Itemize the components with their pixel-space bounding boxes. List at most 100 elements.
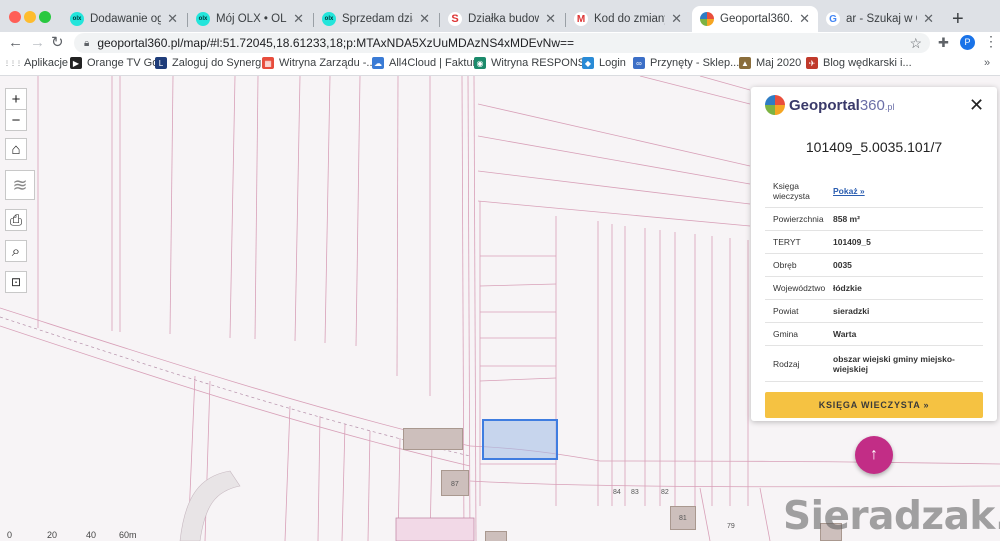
extensions-puzzle-icon[interactable]: ✚ — [938, 35, 949, 51]
reload-icon[interactable]: ↻ — [51, 34, 64, 52]
attribute-key: TERYT — [773, 237, 801, 247]
menu-kebab-icon[interactable]: ⋮ — [984, 33, 998, 50]
minimize-window-button[interactable] — [24, 11, 36, 23]
browser-toolbar: ← → ↻ 🔒︎ geoportal360.pl/map/#l:51.72045… — [0, 32, 1000, 54]
bookmark-label: Login — [599, 57, 626, 69]
tab-title: Dodawanie ogłoszeń — [90, 13, 162, 25]
bookmark-star-icon[interactable]: ☆ — [909, 35, 922, 52]
bookmark-label: Zaloguj do Synerg... — [172, 57, 271, 69]
bookmark-item[interactable]: ⋮⋮⋮ Aplikacje — [4, 57, 69, 69]
attribute-row: Powiat sieradzki — [765, 300, 983, 323]
photo-icon: ▲ — [739, 57, 751, 69]
tab-close-icon[interactable]: ✕ — [799, 11, 810, 27]
layers-icon[interactable]: ≋ — [5, 170, 35, 200]
tab-close-icon[interactable]: ✕ — [419, 11, 430, 27]
attribute-key: Powierzchnia — [773, 214, 824, 224]
back-arrow-icon[interactable]: ← — [8, 34, 23, 52]
google-icon: G — [826, 12, 840, 26]
zoom-in-button[interactable]: + — [5, 88, 27, 110]
geoportal-logo-icon — [765, 95, 785, 115]
search-icon[interactable]: ⌕ — [5, 240, 27, 262]
forward-arrow-icon[interactable]: → — [30, 34, 45, 52]
tab-title: ar - Szukaj w Googl — [846, 13, 917, 25]
tab-title: Działka budowlana — [468, 13, 540, 25]
geoportal-icon — [700, 12, 714, 26]
address-url[interactable]: geoportal360.pl/map/#l:51.72045,18.61233… — [97, 36, 574, 50]
apps-grid-icon: ⋮⋮⋮ — [4, 60, 22, 67]
land-register-button[interactable]: KSIĘGA WIECZYSTA » — [765, 392, 983, 418]
bookmark-label: Aplikacje — [24, 57, 69, 69]
logo-number: 360 — [859, 96, 885, 114]
bookmark-item[interactable]: L Zaloguj do Synerg... — [155, 57, 270, 69]
maximize-window-button[interactable] — [39, 11, 51, 23]
attribute-key: Obręb — [773, 260, 797, 270]
link-icon: ∞ — [633, 57, 645, 69]
close-window-button[interactable] — [9, 11, 21, 23]
close-icon[interactable]: ✕ — [969, 96, 984, 114]
tab-strip: olx Dodawanie ogłoszeń ✕ olx Mój OLX • OLX.p… — [0, 0, 1000, 32]
print-icon[interactable]: ⎙ — [5, 209, 27, 231]
bookmark-label: Blog wędkarski i... — [823, 57, 912, 69]
cloud-icon: ☁ — [372, 57, 384, 69]
new-tab-button[interactable]: + — [952, 8, 964, 31]
bookmark-label: Witryna RESPONS... — [491, 57, 595, 69]
browser-tab[interactable]: M Kod do zmiany hasła ✕ — [566, 6, 690, 32]
tab-title: Mój OLX • OLX.pl — [216, 13, 287, 25]
bookmark-item[interactable]: ∞ Przynęty - Sklep... — [633, 57, 739, 69]
tab-close-icon[interactable]: ✕ — [545, 11, 556, 27]
attribute-key: Rodzaj — [773, 358, 800, 369]
tab-close-icon[interactable]: ✕ — [671, 11, 682, 27]
attribute-value: łódzkie — [833, 283, 862, 293]
watermark: Sieradzak.pl — [783, 494, 1000, 539]
tab-close-icon[interactable]: ✕ — [923, 11, 934, 27]
scale-label: 60m — [119, 530, 137, 540]
measure-icon[interactable]: ⊡ — [5, 271, 27, 293]
zoom-out-button[interactable]: − — [5, 109, 27, 131]
bookmark-item[interactable]: ☁ All4Cloud | Faktury — [372, 57, 482, 69]
bookmarks-overflow-icon[interactable]: » — [984, 57, 990, 69]
browser-tab[interactable]: Gar - Szukaj w Googl ✕ — [818, 6, 942, 32]
bookmark-item[interactable]: ▶ Orange TV Go — [70, 57, 158, 69]
tab-close-icon[interactable]: ✕ — [293, 11, 304, 27]
bookmarks-bar: ⋮⋮⋮ Aplikacje ▶ Orange TV Go L Zaloguj do Syn… — [0, 54, 1000, 76]
browser-tab[interactable]: Geoportal360.pl - M ✕ — [692, 6, 818, 32]
building — [485, 531, 507, 541]
bookmark-item[interactable]: ▦ Witryna Zarządu -... — [262, 57, 376, 69]
scale-label: 40 — [86, 530, 97, 540]
olx-icon: olx — [322, 12, 336, 26]
bookmark-item[interactable]: ◆ Login — [582, 57, 626, 69]
attribute-row: TERYT 101409_5 — [765, 231, 983, 254]
building-number: 83 — [631, 489, 639, 496]
lock-icon[interactable]: 🔒︎ — [84, 38, 89, 49]
bookmark-item[interactable]: ▲ Maj 2020 — [739, 57, 801, 69]
attribute-value: 0035 — [833, 260, 852, 270]
bookmark-item[interactable]: ◉ Witryna RESPONS... — [474, 57, 594, 69]
bookmark-label: Witryna Zarządu -... — [279, 57, 376, 69]
browser-tab[interactable]: S Działka budowlana ✕ — [440, 6, 564, 32]
building-number: 84 — [613, 489, 621, 496]
scale-label: 0 — [7, 530, 13, 540]
attribute-row: Województwo łódzkie — [765, 277, 983, 300]
attribute-key: Gmina — [773, 329, 799, 339]
attribute-row: Powierzchnia 858 m² — [765, 208, 983, 231]
browser-tab[interactable]: olx Mój OLX • OLX.pl ✕ — [188, 6, 312, 32]
home-icon[interactable]: ⌂ — [5, 138, 27, 160]
attribute-key: Księga wieczysta — [773, 180, 810, 201]
attribute-value: 858 m² — [833, 214, 860, 224]
bookmark-label: Orange TV Go — [87, 57, 159, 69]
browser-tab[interactable]: olx Dodawanie ogłoszeń ✕ — [62, 6, 186, 32]
browser-tab[interactable]: olx Sprzedam działkę 1 ✕ — [314, 6, 438, 32]
rocket-icon: ✈ — [806, 57, 818, 69]
bookmark-item[interactable]: ✈ Blog wędkarski i... — [806, 57, 912, 69]
attribute-value: sieradzki — [833, 306, 870, 316]
scroll-to-top-button[interactable]: ↑ — [855, 436, 893, 474]
selected-parcel-highlight[interactable] — [482, 419, 558, 460]
tab-close-icon[interactable]: ✕ — [167, 11, 178, 27]
attribute-row: Gmina Warta — [765, 323, 983, 346]
bookmark-label: Maj 2020 — [756, 57, 802, 69]
address-bar[interactable]: 🔒︎ geoportal360.pl/map/#l:51.72045,18.61… — [74, 33, 930, 53]
attribute-value: obszar wiejski gminy miejsko-wiejskiej — [833, 353, 955, 374]
profile-avatar[interactable]: P — [960, 35, 975, 50]
building-number: 79 — [727, 523, 735, 530]
show-land-register-link[interactable]: Pokaż » — [827, 186, 983, 196]
